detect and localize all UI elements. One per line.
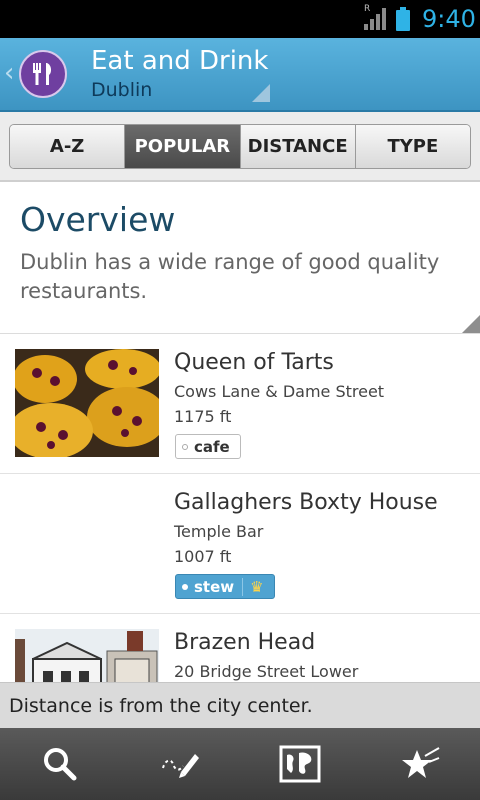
- city-selector[interactable]: Dublin: [91, 79, 152, 101]
- place-distance: 1007 ft: [174, 547, 232, 566]
- place-photo: [15, 349, 159, 457]
- bottom-toolbar: [0, 728, 480, 800]
- fork-knife-icon[interactable]: [19, 50, 67, 98]
- tab-type[interactable]: TYPE: [355, 125, 470, 168]
- clock: 9:40: [422, 5, 476, 33]
- dropdown-corner-icon[interactable]: [252, 84, 270, 102]
- tab-a-z[interactable]: A-Z: [10, 125, 126, 168]
- list-item[interactable]: Queen of Tarts Cows Lane & Dame Street 1…: [0, 334, 480, 474]
- category-tag[interactable]: stew ♛: [175, 574, 275, 599]
- overview-text: Dublin has a wide range of good quality …: [20, 250, 440, 303]
- pen-icon: [162, 754, 199, 778]
- map-icon: [279, 745, 321, 783]
- favorites-button[interactable]: [360, 728, 480, 800]
- expand-corner-icon[interactable]: [462, 315, 480, 333]
- search-button[interactable]: [0, 728, 120, 800]
- distance-note: Distance is from the city center.: [0, 682, 480, 728]
- crown-icon: ♛: [242, 577, 264, 596]
- tab-group: A-Z POPULAR DISTANCE TYPE: [9, 124, 471, 169]
- tab-distance[interactable]: DISTANCE: [240, 125, 356, 168]
- place-address: 20 Bridge Street Lower: [174, 662, 359, 681]
- notes-button[interactable]: [120, 728, 240, 800]
- status-bar: R 9:40: [0, 0, 480, 38]
- overview-section[interactable]: Overview Dublin has a wide range of good…: [0, 184, 480, 334]
- chevron-left-icon[interactable]: ‹: [4, 58, 14, 88]
- page-title: Eat and Drink: [91, 46, 269, 76]
- tag-hole: [182, 444, 188, 450]
- place-address: Temple Bar: [174, 522, 264, 541]
- app-header: ‹ Eat and Drink Dublin: [0, 38, 480, 112]
- sort-tabs: A-Z POPULAR DISTANCE TYPE: [0, 112, 480, 182]
- category-tag[interactable]: cafe: [175, 434, 241, 459]
- map-button[interactable]: [240, 728, 360, 800]
- place-name: Gallaghers Boxty House: [174, 490, 438, 515]
- signal-icon: [364, 8, 386, 30]
- overview-title: Overview: [20, 200, 176, 239]
- tag-hole: [182, 584, 188, 590]
- star-icon: [402, 747, 440, 778]
- tab-popular[interactable]: POPULAR: [125, 125, 241, 168]
- tag-label: stew: [194, 577, 235, 596]
- place-distance: 1175 ft: [174, 407, 232, 426]
- list-item[interactable]: Gallaghers Boxty House Temple Bar 1007 f…: [0, 474, 480, 614]
- tag-label: cafe: [194, 437, 230, 456]
- place-address: Cows Lane & Dame Street: [174, 382, 385, 401]
- battery-icon: [396, 7, 410, 31]
- place-name: Queen of Tarts: [174, 350, 334, 375]
- place-name: Brazen Head: [174, 630, 316, 655]
- search-icon: [44, 748, 77, 781]
